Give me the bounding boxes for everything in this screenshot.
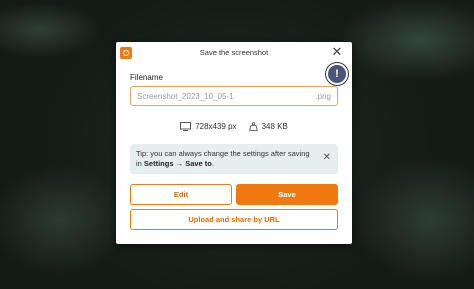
save-button[interactable]: Save [236, 184, 338, 205]
dimensions-item: 728x439 px [180, 122, 237, 131]
tip-suffix: . [211, 159, 214, 168]
screenshot-meta: 728x439 px 348 KB [116, 122, 352, 131]
tip-close-icon[interactable]: ✕ [323, 153, 331, 163]
filename-extension: .png [315, 91, 331, 101]
upload-share-button[interactable]: Upload and share by URL [130, 209, 338, 230]
tip-settings-link: Settings [143, 159, 174, 168]
tip-save-to: Save to [185, 159, 212, 168]
filename-label: Filename [130, 73, 163, 82]
tip-banner: Tip: you can always change the settings … [130, 144, 338, 174]
action-buttons: Edit Save [130, 184, 338, 205]
close-icon[interactable]: ✕ [330, 45, 344, 59]
dialog-title: Save the screenshot [199, 48, 269, 57]
weight-icon [248, 122, 258, 131]
dialog-titlebar: Save the screenshot ✕ [116, 42, 352, 64]
edit-button[interactable]: Edit [130, 184, 232, 205]
dimensions-text: 728x439 px [195, 122, 237, 131]
alert-indicator-icon[interactable]: ! [326, 63, 348, 85]
save-screenshot-dialog: Save the screenshot ✕ Filename .png 728x… [116, 42, 352, 244]
upload-row: Upload and share by URL [130, 209, 338, 230]
filename-field[interactable]: .png [130, 86, 338, 106]
filesize-item: 348 KB [248, 122, 288, 131]
tip-arrow: → [173, 159, 186, 168]
filesize-text: 348 KB [261, 122, 288, 131]
filename-input[interactable] [137, 91, 316, 101]
monitor-icon [180, 122, 192, 131]
